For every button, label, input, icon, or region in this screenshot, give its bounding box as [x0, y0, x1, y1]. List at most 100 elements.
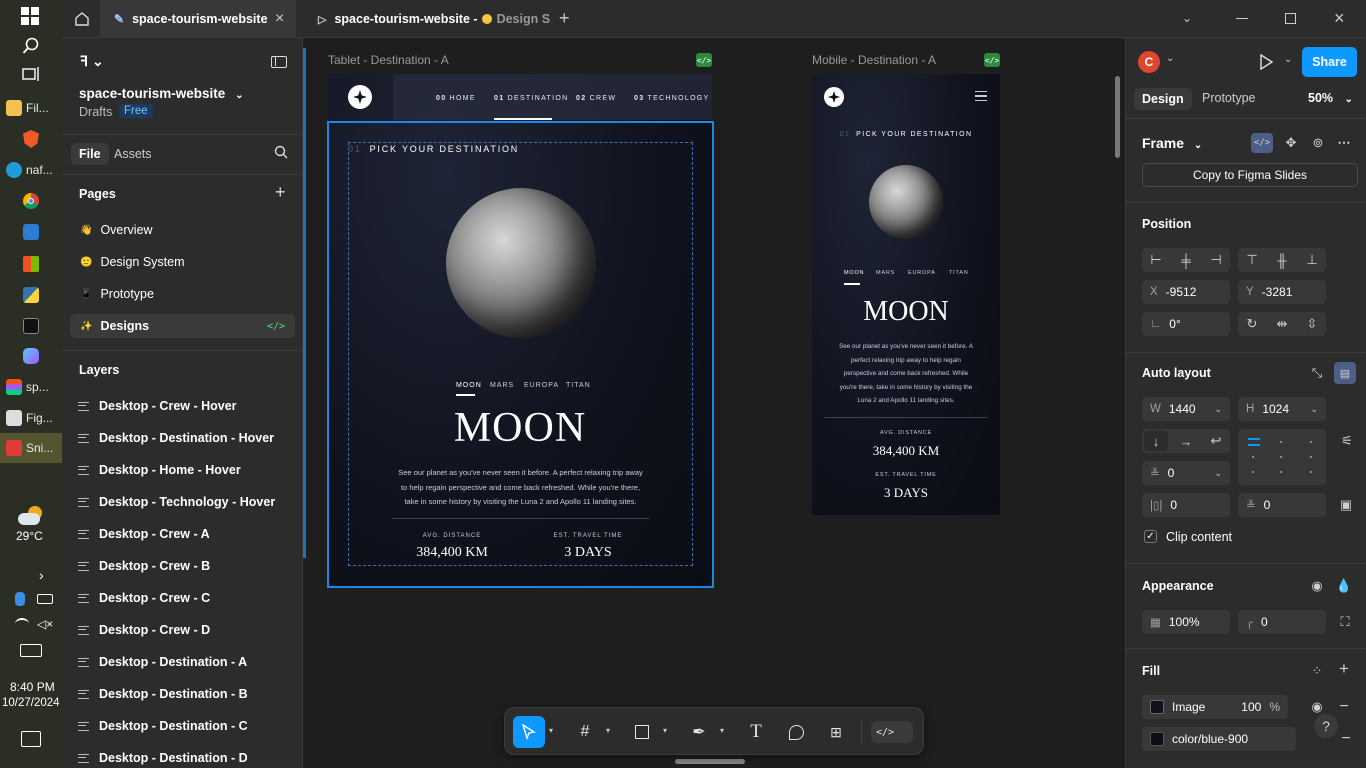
battery-icon[interactable] — [37, 594, 53, 604]
flip-horizontal-icon[interactable]: ⇹ — [1272, 314, 1292, 334]
mobile-frame-label[interactable]: Mobile - Destination - A — [812, 53, 936, 67]
layer-item[interactable]: Desktop - Destination - C — [78, 716, 248, 736]
file-location[interactable]: Drafts — [79, 105, 112, 119]
vscode-icon[interactable] — [23, 224, 39, 240]
comment-tool-button[interactable] — [780, 716, 812, 748]
autolayout-toggle-icon[interactable]: ▤ — [1334, 362, 1356, 384]
rotation-field[interactable]: ∟ 0° — [1142, 312, 1230, 336]
tab-mars[interactable]: MARS — [876, 270, 895, 276]
task-view-icon[interactable] — [22, 66, 40, 85]
layer-item[interactable]: Desktop - Technology - Hover — [78, 492, 275, 512]
tab-space-tourism[interactable]: ✎ space-tourism-website — [114, 0, 268, 38]
tab-design-system[interactable]: ▷ space-tourism-website - Design S — [318, 0, 550, 38]
layer-item[interactable]: Desktop - Crew - D — [78, 620, 210, 640]
windows-start-icon[interactable] — [21, 7, 41, 27]
remove-fill-icon[interactable]: − — [1334, 697, 1354, 717]
bluetooth-icon[interactable] — [15, 592, 25, 606]
copilot-icon[interactable] — [23, 348, 39, 364]
mobile-frame[interactable]: 01 PICK YOUR DESTINATION MOON MARS EUROPA… — [812, 74, 1000, 515]
remove-fill-icon[interactable]: − — [1336, 729, 1356, 749]
copy-to-slides-button[interactable]: Copy to Figma Slides — [1142, 163, 1358, 187]
tab-titan[interactable]: TITAN — [949, 270, 968, 276]
x-position-field[interactable]: X -9512 — [1142, 280, 1230, 304]
chevron-down-icon[interactable]: ⌄ — [1284, 54, 1292, 65]
tablet-frame[interactable]: 00 HOME 01 DESTINATION 02 CREW 03 TECHNO… — [327, 74, 714, 588]
layer-item[interactable]: Desktop - Destination - B — [78, 684, 248, 704]
file-name[interactable]: space-tourism-website ⌄ — [79, 86, 243, 101]
app-icon[interactable] — [23, 318, 39, 334]
styles-grid-icon[interactable]: ⁘ — [1307, 661, 1327, 681]
chevron-down-icon[interactable]: ▾ — [720, 726, 724, 735]
avatar[interactable]: C — [1138, 51, 1160, 73]
logo-icon[interactable] — [348, 85, 372, 109]
dev-code-icon[interactable]: </> — [984, 53, 1000, 67]
align-center-h-icon[interactable]: ╪ — [1176, 250, 1196, 270]
canvas[interactable]: Tablet - Destination - A </> 00 HOME 01 … — [303, 38, 1125, 768]
chevron-down-icon[interactable]: ⌄ — [1166, 53, 1174, 64]
layer-item[interactable]: Desktop - Crew - C — [78, 588, 210, 608]
alignment-grid[interactable] — [1238, 429, 1326, 485]
keyboard-icon[interactable] — [20, 644, 42, 657]
tab-europa[interactable]: EUROPA — [908, 270, 936, 276]
nav-destination[interactable]: 01 DESTINATION — [494, 95, 568, 102]
python-icon[interactable] — [23, 287, 39, 303]
move-tool-button[interactable] — [513, 716, 545, 748]
tab-mars[interactable]: MARS — [490, 382, 514, 389]
more-icon[interactable]: ⋯ — [1334, 133, 1354, 153]
clock-date[interactable]: 10/27/2024 — [2, 697, 60, 709]
dev-mode-toggle[interactable]: </> — [871, 721, 913, 743]
figma-menu-icon[interactable]: ꟻ ⌄ — [80, 53, 104, 70]
component-icon[interactable]: ✥ — [1281, 133, 1301, 153]
fill-color-style-field[interactable]: color/blue-900 — [1142, 727, 1296, 751]
align-right-icon[interactable]: ⊣ — [1206, 250, 1226, 270]
tab-prototype[interactable]: Prototype — [1202, 91, 1256, 105]
eye-icon[interactable]: ◉ — [1307, 576, 1327, 596]
align-bottom-icon[interactable]: ⊥ — [1302, 250, 1322, 270]
boolean-icon[interactable]: ⊚ — [1308, 133, 1328, 153]
layer-item[interactable]: Desktop - Home - Hover — [78, 460, 241, 480]
chrome-icon[interactable] — [23, 193, 39, 209]
align-center-v-icon[interactable]: ╫ — [1272, 250, 1292, 270]
collapse-autolayout-icon[interactable]: ⤡ — [1307, 363, 1327, 383]
align-top-icon[interactable]: ⊤ — [1242, 250, 1262, 270]
actions-tool-button[interactable]: ⊞ — [820, 716, 852, 748]
taskbar-file-explorer[interactable]: Fil... — [0, 93, 62, 123]
taskbar-figma-space[interactable]: sp... — [0, 372, 62, 402]
frame-type-dropdown[interactable]: Frame ⌄ — [1142, 135, 1202, 151]
taskbar-snipping[interactable]: Sni... — [0, 433, 62, 463]
fill-image-field[interactable]: Image 100 % — [1142, 695, 1288, 719]
tab-design[interactable]: Design — [1134, 88, 1192, 110]
page-prototype[interactable]: 📱 Prototype — [70, 282, 295, 306]
nav-technology[interactable]: 03 TECHNOLOGY — [634, 95, 710, 102]
layer-item[interactable]: Desktop - Crew - A — [78, 524, 210, 544]
text-tool-button[interactable]: T — [740, 716, 772, 748]
vertical-padding-field[interactable]: ≚ 0 — [1238, 493, 1326, 517]
tab-europa[interactable]: EUROPA — [524, 382, 559, 389]
minimize-icon[interactable] — [1236, 18, 1248, 19]
rectangle-tool-button[interactable] — [626, 716, 658, 748]
tab-moon[interactable]: MOON — [844, 270, 864, 276]
individual-padding-icon[interactable]: ▣ — [1336, 495, 1356, 515]
maximize-icon[interactable] — [1285, 13, 1296, 24]
zoom-dropdown[interactable]: 50% ⌄ — [1308, 91, 1353, 105]
clock-time[interactable]: 8:40 PM — [10, 680, 55, 694]
tab-moon[interactable]: MOON — [456, 382, 482, 389]
chevron-down-icon[interactable]: ▾ — [663, 726, 667, 735]
corner-radius-field[interactable]: ╭ 0 — [1238, 610, 1326, 634]
autolayout-settings-icon[interactable]: ⚟ — [1337, 431, 1357, 451]
search-icon[interactable] — [22, 37, 40, 58]
add-page-icon[interactable]: + — [275, 182, 286, 203]
store-icon[interactable] — [23, 256, 39, 272]
blend-mode-icon[interactable]: 💧 — [1334, 576, 1354, 596]
help-icon[interactable]: ? — [1314, 714, 1338, 738]
layer-item[interactable]: Desktop - Destination - A — [78, 652, 247, 672]
layer-item[interactable]: Desktop - Crew - B — [78, 556, 210, 576]
direction-down-icon[interactable]: ↓ — [1144, 431, 1168, 451]
gap-field[interactable]: ≚ 0 ⌄ — [1142, 461, 1230, 485]
y-position-field[interactable]: Y -3281 — [1238, 280, 1326, 304]
wifi-icon[interactable] — [15, 618, 29, 630]
tab-assets[interactable]: Assets — [114, 147, 152, 161]
horizontal-padding-field[interactable]: |▯| 0 — [1142, 493, 1230, 517]
canvas-vertical-scrollbar[interactable] — [1115, 76, 1120, 158]
opacity-field[interactable]: ▦ 100% — [1142, 610, 1230, 634]
